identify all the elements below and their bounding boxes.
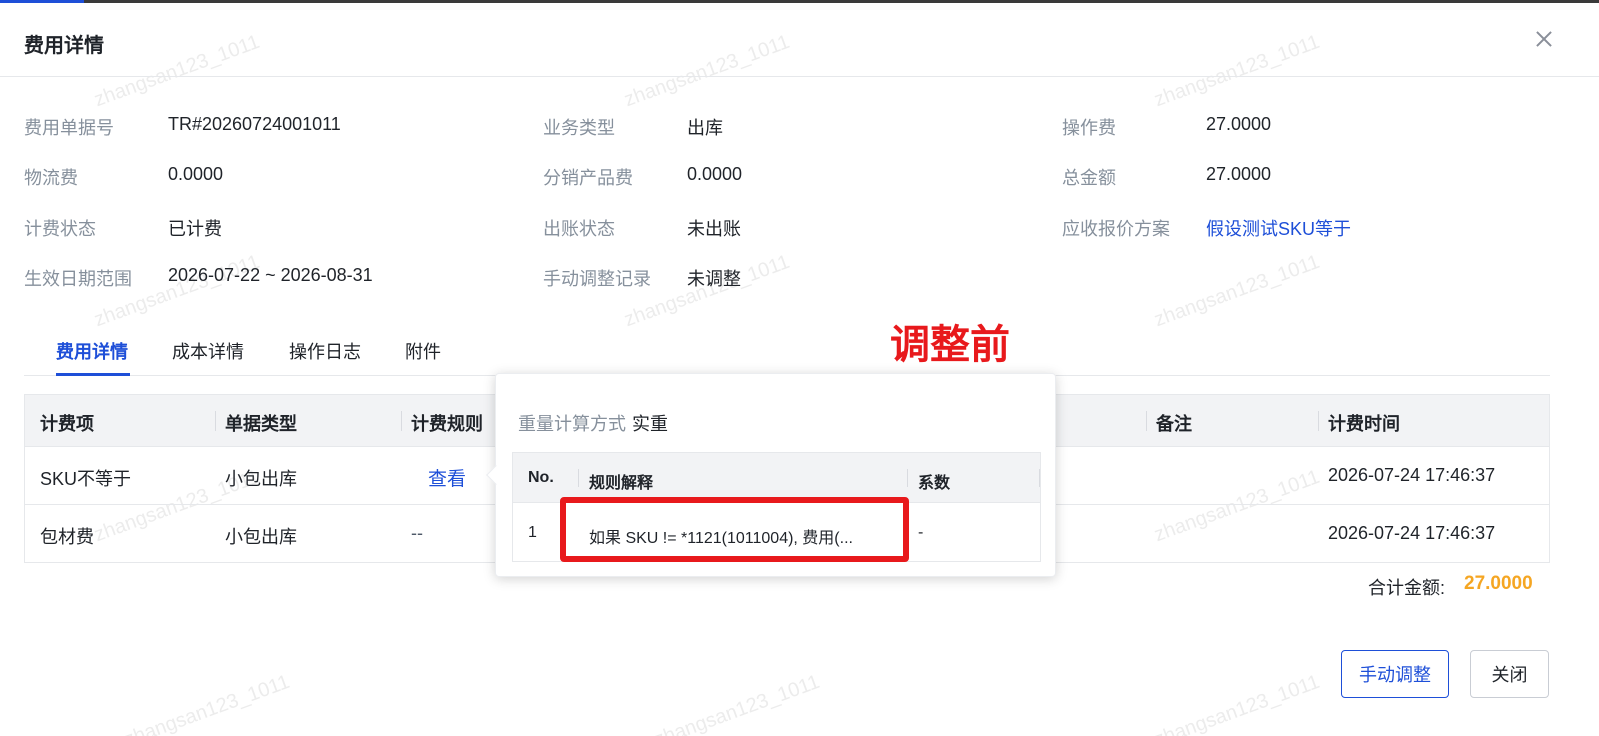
column-header: No.: [528, 469, 554, 486]
rule-explanation-cell: 如果 SKU != *1121(1011004), 费用(...: [589, 530, 853, 547]
doc-type-cell: 小包出库: [225, 527, 297, 547]
tab-operation-log[interactable]: 操作日志: [289, 338, 361, 364]
bill-status-value: 未出账: [687, 219, 741, 239]
info-label: 手动调整记录: [543, 269, 651, 289]
close-button[interactable]: 关闭: [1470, 650, 1549, 698]
info-label: 总金额: [1062, 168, 1116, 188]
watermark: zhangsan123_1011: [621, 250, 793, 332]
tab-fee-details[interactable]: 费用详情: [56, 338, 128, 364]
operation-fee-value: 27.0000: [1206, 114, 1272, 134]
popover-title: 重量计算方式 实重: [518, 410, 668, 436]
tab-attachments[interactable]: 附件: [405, 338, 441, 364]
rule-cell: --: [411, 523, 423, 543]
info-label: 计费状态: [24, 219, 96, 239]
doc-type-cell: 小包出库: [225, 469, 297, 489]
quote-plan-link[interactable]: 假设测试SKU等于: [1206, 215, 1351, 241]
column-divider: [578, 469, 579, 487]
info-label: 物流费: [24, 168, 78, 188]
summary-label: 合计金额:: [1368, 578, 1446, 598]
watermark: zhangsan123_1011: [1151, 250, 1323, 332]
manual-record-value: 未调整: [687, 269, 741, 289]
column-header: 备注: [1156, 414, 1192, 434]
info-label: 操作费: [1062, 118, 1116, 138]
modal-title: 费用详情: [24, 35, 104, 57]
billing-status-value: 已计费: [168, 219, 222, 239]
rule-popover: 重量计算方式 实重 No. 规则解释 系数 1 如果 SKU != *1121(1…: [486, 373, 1056, 577]
logistics-fee-value: 0.0000: [168, 164, 224, 184]
column-divider: [1318, 411, 1319, 431]
column-header: 系数: [918, 475, 951, 492]
tab-bar: 费用详情 成本详情 操作日志 附件: [24, 330, 1550, 376]
manual-adjust-button[interactable]: 手动调整: [1341, 650, 1449, 698]
fee-no-value: TR#20260724001011: [168, 114, 341, 134]
distribution-fee-value: 0.0000: [687, 164, 743, 184]
info-label: 应收报价方案: [1062, 219, 1170, 239]
column-divider: [215, 411, 216, 431]
view-rule-link[interactable]: 查看: [428, 464, 466, 491]
column-header: 单据类型: [225, 414, 297, 434]
summary-value: 27.0000: [1464, 573, 1533, 594]
billing-time-cell: 2026-07-24 17:46:37: [1328, 465, 1496, 485]
watermark: zhangsan123_1011: [121, 670, 293, 736]
fee-item-cell: SKU不等于: [40, 469, 132, 489]
weight-method-value: 实重: [632, 414, 668, 434]
total-amount-value: 27.0000: [1206, 164, 1272, 184]
watermark: zhangsan123_1011: [651, 670, 823, 736]
billing-time-cell: 2026-07-24 17:46:37: [1328, 523, 1496, 543]
rule-no-cell: 1: [528, 524, 537, 541]
info-label: 业务类型: [543, 118, 615, 138]
column-divider: [401, 411, 402, 431]
column-divider: [907, 469, 908, 487]
fee-item-cell: 包材费: [40, 527, 94, 547]
info-label: 费用单据号: [24, 118, 114, 138]
column-divider: [1039, 469, 1040, 487]
popover-table: No. 规则解释 系数 1 如果 SKU != *1121(1011004), …: [512, 452, 1041, 562]
tab-cost-details[interactable]: 成本详情: [172, 338, 244, 364]
biz-type-value: 出库: [687, 118, 723, 138]
close-icon[interactable]: [1532, 27, 1556, 51]
column-header: 计费规则: [411, 414, 483, 434]
watermark: zhangsan123_1011: [1151, 670, 1323, 736]
info-label: 生效日期范围: [24, 269, 132, 289]
annotation-label: 调整前: [890, 323, 1010, 367]
info-label: 出账状态: [543, 219, 615, 239]
info-label: 分销产品费: [543, 168, 633, 188]
column-header: 计费项: [40, 414, 94, 434]
coefficient-cell: -: [918, 524, 924, 541]
tab-active-indicator: [56, 373, 130, 376]
column-divider: [1146, 411, 1147, 431]
column-header: 规则解释: [589, 475, 654, 492]
weight-method-label: 重量计算方式: [518, 414, 626, 434]
column-header: 计费时间: [1328, 414, 1400, 434]
effective-range-value: 2026-07-22 ~ 2026-08-31: [168, 265, 373, 285]
watermark: zhangsan123_1011: [91, 250, 263, 332]
popover-table-header: No. 规则解释 系数: [513, 453, 1040, 503]
modal-header: 费用详情: [0, 3, 1599, 77]
